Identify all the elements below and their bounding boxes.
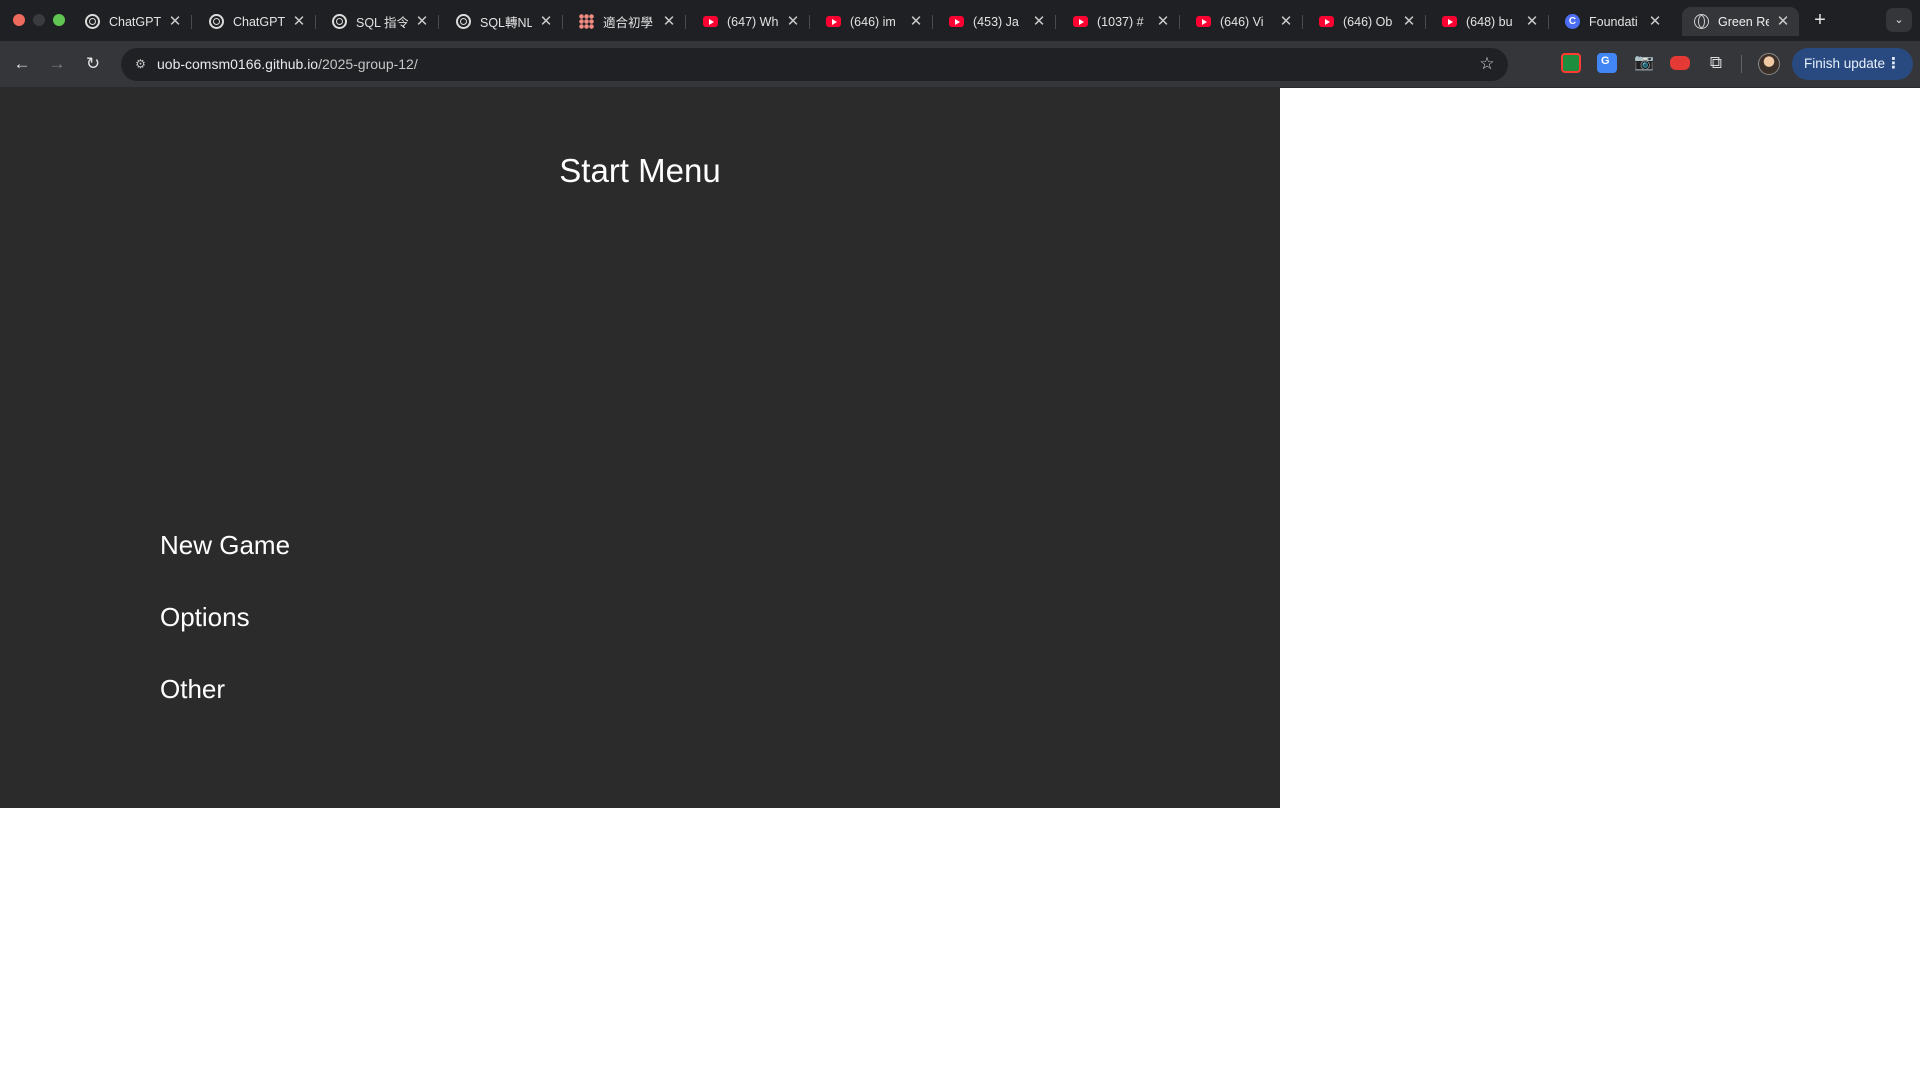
youtube-icon <box>1073 16 1088 27</box>
browser-tab[interactable]: (646) im ✕ <box>814 7 933 36</box>
tab-title: Foundati <box>1589 14 1638 29</box>
browser-tab[interactable]: (646) Vi ✕ <box>1184 7 1303 36</box>
camera-icon[interactable]: 📷 <box>1634 53 1654 73</box>
bookmark-star-icon[interactable]: ☆ <box>1476 53 1498 75</box>
close-icon[interactable]: ✕ <box>1775 13 1791 30</box>
globe-icon <box>1694 14 1709 29</box>
tab-title: Green Re <box>1718 14 1769 29</box>
close-icon[interactable]: ✕ <box>661 13 677 30</box>
tab-title: (646) im <box>850 14 896 29</box>
address-bar[interactable]: ⚙ uob-comsm0166.github.io/2025-group-12/… <box>121 48 1508 81</box>
tab-title: (647) Wh <box>727 14 779 29</box>
toolbar-divider <box>1741 55 1742 73</box>
dots-icon <box>579 14 594 29</box>
new-game-button[interactable]: New Game <box>160 530 290 561</box>
tab-title: SQL 指令 <box>356 16 408 30</box>
close-icon[interactable]: ✕ <box>1647 13 1663 30</box>
extension-red-icon[interactable] <box>1670 56 1690 70</box>
start-menu-title: Start Menu <box>559 152 721 189</box>
extensions-puzzle-icon[interactable]: ⧉ <box>1706 53 1726 73</box>
chatgpt-icon <box>456 14 471 29</box>
close-window-button[interactable] <box>13 14 25 26</box>
translate-icon[interactable] <box>1597 53 1617 73</box>
youtube-icon <box>1442 16 1457 27</box>
browser-tab[interactable]: (647) Wh ✕ <box>691 7 810 36</box>
site-settings-icon[interactable]: ⚙ <box>130 54 151 75</box>
browser-tab-active[interactable]: Green Re ✕ <box>1682 7 1799 36</box>
browser-toolbar: ← → ↻ ⚙ uob-comsm0166.github.io/2025-gro… <box>0 41 1920 88</box>
finish-update-button[interactable]: Finish update ⋮ <box>1792 48 1913 80</box>
url-path: /2025-group-12/ <box>318 56 418 72</box>
close-icon[interactable]: ✕ <box>538 13 554 30</box>
close-icon[interactable]: ✕ <box>167 13 183 30</box>
tab-search-button[interactable]: ⌄ <box>1886 8 1912 32</box>
tab-title: (646) Vi <box>1220 14 1264 29</box>
back-arrow-icon[interactable]: ← <box>9 51 35 77</box>
chatgpt-icon <box>209 14 224 29</box>
youtube-icon <box>1196 16 1211 27</box>
browser-tab[interactable]: ChatGPT ✕ <box>73 7 192 36</box>
forward-arrow-icon[interactable]: → <box>44 51 70 77</box>
options-button[interactable]: Options <box>160 602 250 633</box>
minimize-window-button[interactable] <box>33 14 45 26</box>
close-icon[interactable]: ✕ <box>291 13 307 30</box>
browser-tab[interactable]: (648) bu ✕ <box>1430 7 1549 36</box>
chatgpt-icon <box>85 14 100 29</box>
tab-title: ChatGPT <box>233 14 285 29</box>
tab-title: 適合初學 <box>603 16 654 30</box>
tab-title: (453) Ja <box>973 14 1019 29</box>
tab-title: SQL轉NL <box>480 16 532 30</box>
url-text[interactable]: uob-comsm0166.github.io/2025-group-12/ <box>157 56 418 72</box>
close-icon[interactable]: ✕ <box>1155 13 1171 30</box>
close-icon[interactable]: ✕ <box>1031 13 1047 30</box>
other-button[interactable]: Other <box>160 674 225 705</box>
youtube-icon <box>826 16 841 27</box>
new-tab-button[interactable]: + <box>1808 9 1832 33</box>
tab-title: (646) Ob <box>1343 14 1393 29</box>
close-icon[interactable]: ✕ <box>785 13 801 30</box>
chatgpt-icon <box>332 14 347 29</box>
close-icon[interactable]: ✕ <box>414 13 430 30</box>
close-icon[interactable]: ✕ <box>1278 13 1294 30</box>
browser-tab[interactable]: SQL 指令 ✕ <box>320 7 439 36</box>
youtube-icon <box>1319 16 1334 27</box>
tab-title: ChatGPT <box>109 14 161 29</box>
youtube-icon <box>949 16 964 27</box>
url-host: uob-comsm0166.github.io <box>157 56 319 72</box>
page-viewport: Start Menu New Game Options Other <box>0 88 1920 1080</box>
close-icon[interactable]: ✕ <box>1401 13 1417 30</box>
profile-avatar[interactable] <box>1758 53 1780 75</box>
browser-tab[interactable]: (453) Ja ✕ <box>937 7 1056 36</box>
browser-tab[interactable]: C Foundati ✕ <box>1553 7 1671 36</box>
browser-tab[interactable]: SQL轉NL ✕ <box>444 7 563 36</box>
tab-strip: ChatGPT ✕ ChatGPT ✕ SQL 指令 ✕ SQL轉NL ✕ 適合… <box>0 0 1920 41</box>
game-canvas[interactable]: Start Menu New Game Options Other <box>0 88 1280 808</box>
more-menu-icon: ⋮ <box>1886 55 1901 72</box>
tab-title: (1037) # <box>1097 14 1144 29</box>
close-icon[interactable]: ✕ <box>908 13 924 30</box>
close-icon[interactable]: ✕ <box>1524 13 1540 30</box>
browser-tab[interactable]: (1037) # ✕ <box>1061 7 1180 36</box>
browser-tab[interactable]: ChatGPT ✕ <box>197 7 316 36</box>
maximize-window-button[interactable] <box>53 14 65 26</box>
reload-icon[interactable]: ↻ <box>80 51 106 77</box>
c-icon: C <box>1565 14 1580 29</box>
finish-update-label: Finish update <box>1804 56 1886 71</box>
browser-tab[interactable]: 適合初學 ✕ <box>567 7 686 36</box>
extension-green-icon[interactable] <box>1561 53 1581 73</box>
tab-title: (648) bu <box>1466 14 1513 29</box>
browser-tab[interactable]: (646) Ob ✕ <box>1307 7 1426 36</box>
youtube-icon <box>703 16 718 27</box>
